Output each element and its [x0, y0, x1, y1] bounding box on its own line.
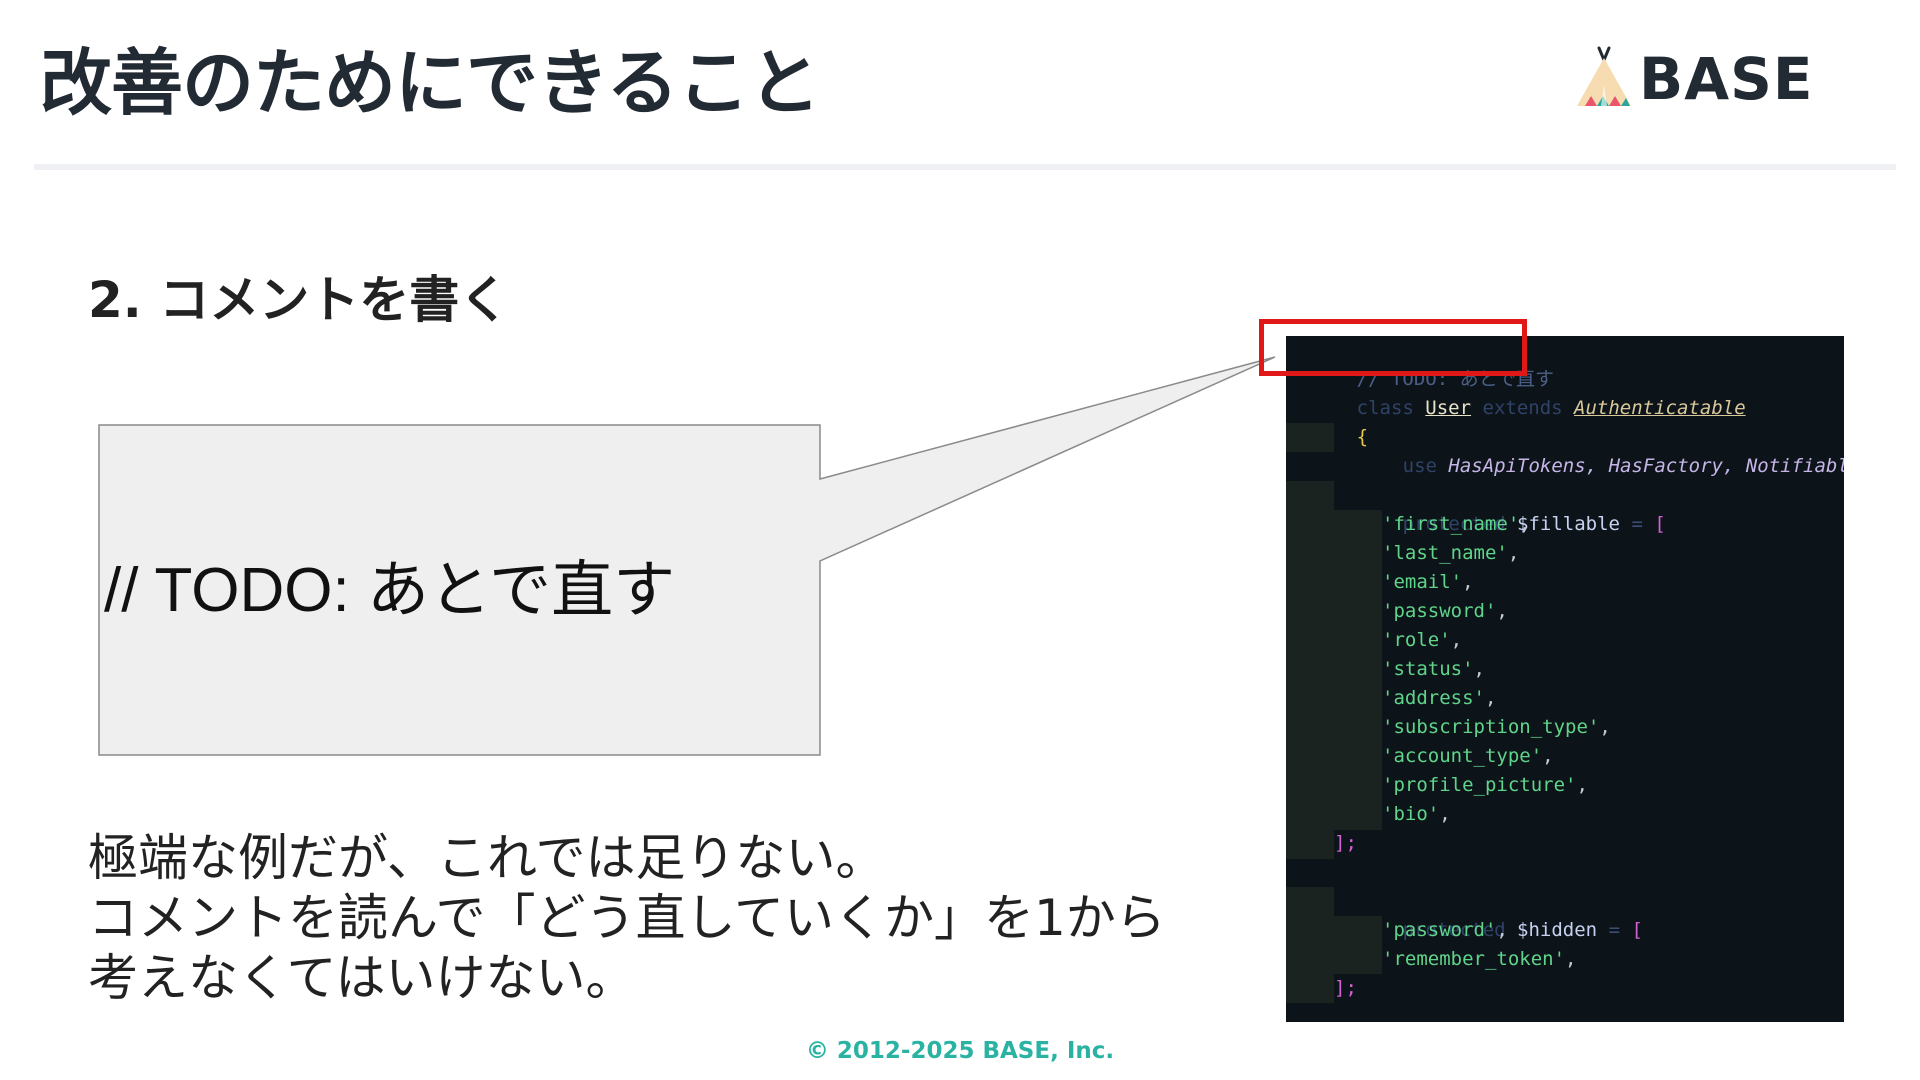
code-array-item: 'last_name',: [1382, 542, 1520, 564]
code-class-name: User: [1425, 397, 1472, 419]
body-text: 極端な例だが、これでは足りない。 コメントを読んで「どう直していくか」を1から …: [88, 828, 1166, 1008]
code-line-fillable: protected $fillable = [: [1402, 513, 1666, 535]
code-array-item: 'bio',: [1382, 803, 1451, 825]
code-array-item: 'email',: [1382, 571, 1474, 593]
code-array-item: 'status',: [1382, 658, 1485, 680]
callout-text: // TODO: あとで直す: [104, 556, 676, 625]
code-array-item: 'profile_picture',: [1382, 774, 1588, 796]
copyright-footer: © 2012-2025 BASE, Inc.: [805, 1038, 1115, 1064]
code-array-item: 'password',: [1382, 919, 1508, 941]
code-keyword: use: [1402, 455, 1437, 477]
code-line-brace: {: [1288, 394, 1368, 448]
body-line: コメントを読んで「どう直していくか」を1から: [88, 889, 1166, 947]
code-array-item: 'role',: [1382, 629, 1463, 651]
code-array-item: 'subscription_type',: [1382, 716, 1611, 738]
todo-highlight-box: [1259, 319, 1527, 376]
code-line-use: use HasApiTokens, HasFactory, Notifiable…: [1334, 423, 1844, 477]
body-line: 極端な例だが、これでは足りない。: [88, 829, 886, 887]
code-variable: $fillable: [1517, 513, 1620, 535]
code-traits: HasApiTokens, HasFactory, Notifiable: [1448, 455, 1844, 477]
indent-guide: [1286, 481, 1334, 859]
code-screenshot: // TODO: あとで直す class User extends Authen…: [1286, 336, 1844, 1022]
code-array-item: 'first_name',: [1382, 513, 1531, 535]
code-keyword: extends: [1482, 397, 1563, 419]
code-array-close: ];: [1334, 977, 1357, 999]
code-array-close: ];: [1334, 832, 1357, 854]
body-line: 考えなくてはいけない。: [88, 949, 636, 1007]
indent-guide: [1286, 887, 1334, 1003]
code-array-item: 'account_type',: [1382, 745, 1554, 767]
code-array-item: 'password',: [1382, 600, 1508, 622]
code-line-hidden: protected $hidden = [: [1402, 919, 1643, 941]
slide: 改善のためにできること BASE 2. コメントを書く // TODO: あとで…: [0, 0, 1920, 1080]
code-variable: $hidden: [1517, 919, 1598, 941]
code-array-item: 'remember_token',: [1382, 948, 1577, 970]
code-array-item: 'address',: [1382, 687, 1497, 709]
code-parent-class: Authenticatable: [1574, 397, 1746, 419]
